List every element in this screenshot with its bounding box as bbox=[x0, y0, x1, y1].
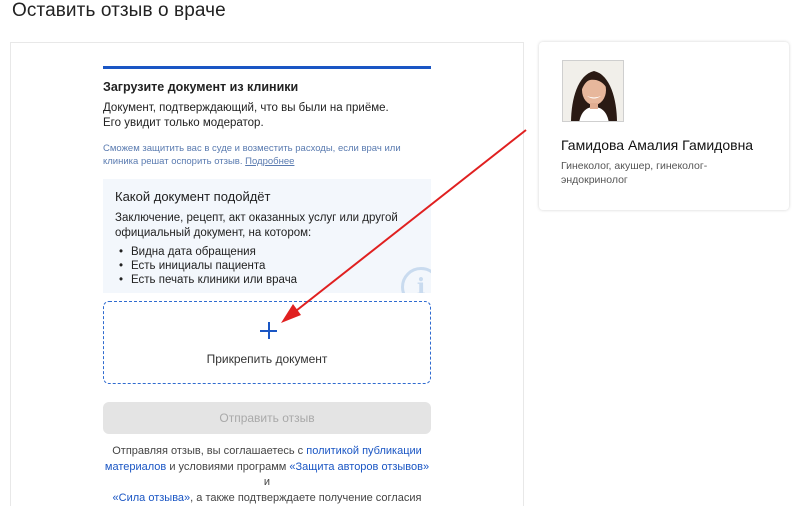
protection-note: Сможем защитить вас в суде и возместить … bbox=[103, 142, 431, 168]
hint-title: Какой документ подойдёт bbox=[115, 189, 271, 204]
plus-icon bbox=[260, 322, 277, 339]
hint-text: Заключение, рецепт, акт оказанных услуг … bbox=[115, 212, 398, 239]
upload-description-line2: Его увидит только модератор. bbox=[103, 117, 264, 129]
list-item: Видна дата обращения bbox=[115, 245, 419, 259]
doctor-card: Гамидова Амалия Гамидовна Гинеколог, аку… bbox=[539, 42, 789, 210]
hint-list: Видна дата обращения Есть инициалы пацие… bbox=[115, 245, 419, 287]
submit-review-button[interactable]: Отправить отзыв bbox=[103, 402, 431, 434]
attach-label: Прикрепить документ bbox=[206, 352, 328, 366]
upload-title: Загрузите документ из клиники bbox=[103, 80, 299, 94]
list-item: Есть инициалы пациента bbox=[115, 259, 419, 273]
upload-description: Документ, подтверждающий, что вы были на… bbox=[103, 101, 431, 131]
doctor-name[interactable]: Гамидова Амалия Гамидовна bbox=[561, 137, 753, 153]
more-link[interactable]: Подробнее bbox=[245, 156, 294, 167]
doctor-specialty: Гинеколог, акушер, гинеколог-эндокриноло… bbox=[561, 160, 708, 186]
author-protection-link[interactable]: «Защита авторов отзывов» bbox=[289, 461, 429, 473]
agreement-part2: и условиями программ bbox=[169, 460, 287, 473]
upload-description-line1: Документ, подтверждающий, что вы были на… bbox=[103, 102, 389, 114]
agreement-text: Отправляя отзыв, вы соглашаетесь с полит… bbox=[103, 444, 431, 506]
page-title: Оставить отзыв о враче bbox=[12, 0, 226, 21]
agreement-part3: и bbox=[263, 476, 271, 488]
doctor-photo bbox=[563, 61, 623, 121]
attach-document-button[interactable]: Прикрепить документ bbox=[103, 301, 431, 384]
avatar bbox=[562, 60, 624, 122]
review-power-link[interactable]: «Сила отзыва» bbox=[113, 492, 191, 504]
document-hint-box: Какой документ подойдёт Заключение, реце… bbox=[103, 179, 431, 293]
upload-section: Загрузите документ из клиники Документ, … bbox=[103, 66, 431, 168]
list-item: Есть печать клиники или врача bbox=[115, 273, 419, 287]
agreement-part1: Отправляя отзыв, вы соглашаетесь с bbox=[112, 445, 304, 457]
